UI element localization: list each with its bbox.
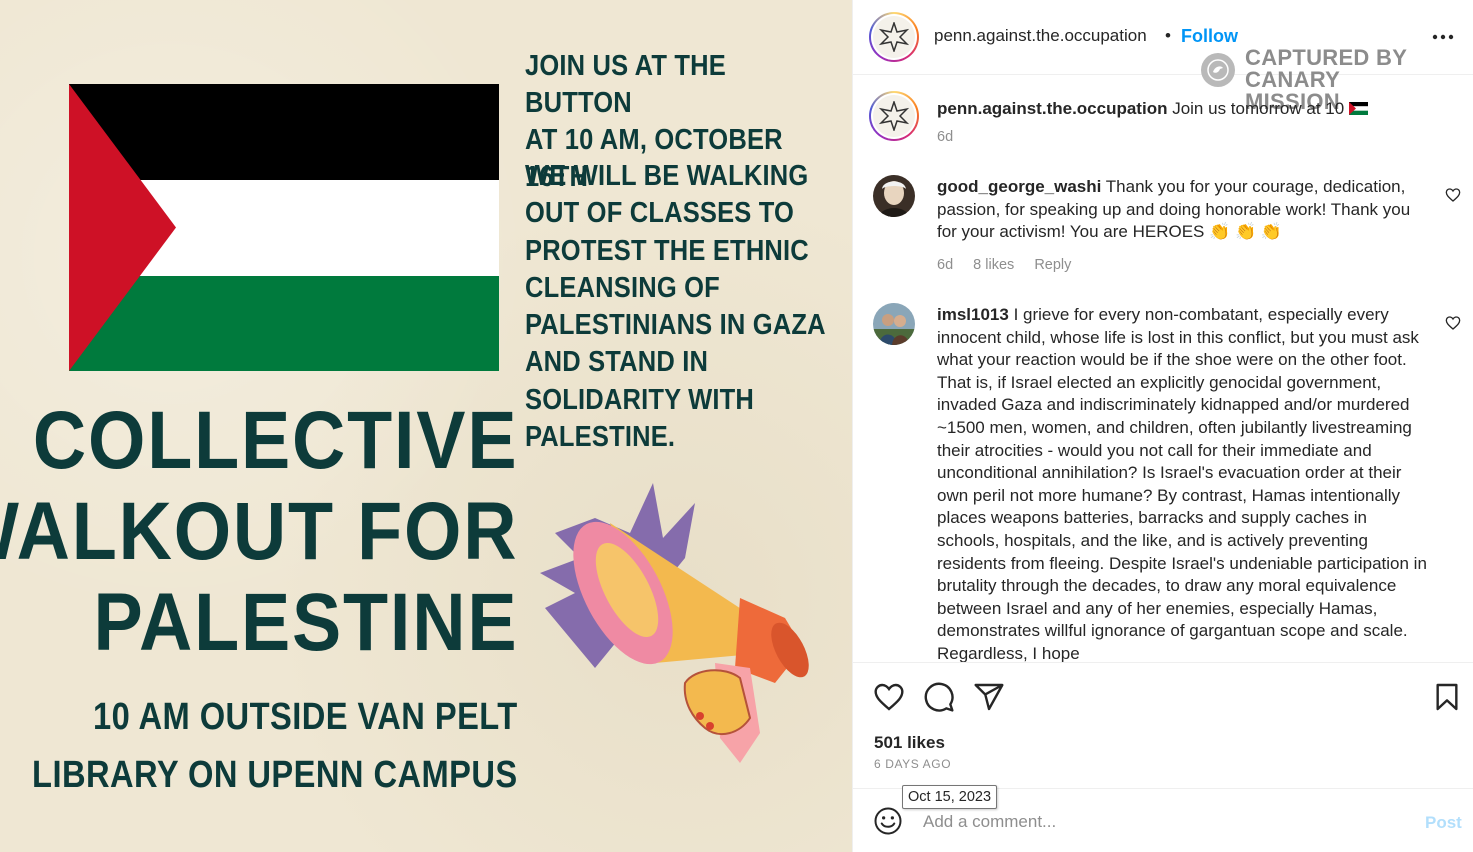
megaphone-illustration (540, 483, 809, 763)
comment-username[interactable]: imsl1013 (937, 305, 1009, 324)
post-image[interactable]: JOIN US AT THE BUTTON AT 10 AM, OCTOBER … (0, 0, 852, 852)
caption-username[interactable]: penn.against.the.occupation (937, 99, 1167, 118)
poster-location: 10 AM OUTSIDE VAN PELT LIBRARY ON UPENN … (32, 688, 518, 804)
avatar-logo (873, 16, 915, 58)
comment-body: imsl1013 I grieve for every non-combatan… (937, 304, 1427, 662)
date-tooltip: Oct 15, 2023 (902, 785, 998, 809)
follow-button[interactable]: Follow (1181, 26, 1238, 47)
poster-location-line: 10 AM OUTSIDE VAN PELT (93, 696, 519, 738)
poster-walk-text: WE WILL BE WALKING OUT OF CLASSES TO PRO… (525, 158, 826, 456)
palestine-flag-emoji (1348, 102, 1369, 115)
profile-avatar[interactable] (869, 12, 919, 62)
comment-time: 6d (937, 257, 954, 273)
comment-like-icon[interactable] (1445, 187, 1461, 203)
post-date[interactable]: 6 DAYS AGO (874, 757, 951, 771)
post-caption: penn.against.the.occupation Join us tomo… (853, 89, 1473, 159)
poster-location-line: LIBRARY ON UPENN CAMPUS (32, 754, 518, 796)
poster-headline: COLLECTIVE WALKOUT FOR PALESTINE (0, 395, 518, 668)
comments-list[interactable]: penn.against.the.occupation Join us tomo… (853, 75, 1473, 662)
post-actions: 501 likes 6 DAYS AGO (853, 662, 1473, 788)
starburst-logo-icon (879, 101, 909, 131)
post-button[interactable]: Post (1425, 813, 1462, 833)
avatar-frame (871, 14, 917, 60)
caption-avatar[interactable] (869, 91, 919, 141)
caption-meta: 6d (937, 129, 969, 145)
heart-icon[interactable] (873, 681, 905, 713)
poster-headline-line: PALESTINE (93, 577, 518, 668)
poster-headline-line: COLLECTIVE (32, 395, 518, 486)
poster-walk-line: WE WILL BE WALKING (525, 160, 809, 192)
caption-time: 6d (937, 129, 954, 145)
comment-like-icon[interactable] (1445, 315, 1461, 331)
avatar-portrait (873, 175, 915, 217)
commenter-avatar[interactable] (873, 303, 915, 345)
poster-walk-line: CLEANSING OF (525, 271, 720, 304)
avatar-logo (873, 95, 915, 137)
comment-body: good_george_washi Thank you for your cou… (937, 176, 1427, 244)
reply-button[interactable]: Reply (1034, 257, 1071, 273)
comment-input[interactable] (923, 809, 1393, 835)
comment-item: imsl1013 I grieve for every non-combatan… (853, 303, 1473, 662)
post-sidebar: penn.against.the.occupation • Follow CAP… (852, 0, 1473, 852)
commenter-avatar[interactable] (873, 175, 915, 217)
poster-headline-line: WALKOUT FOR (0, 486, 518, 577)
poster-walk-line: PROTEST THE ETHNIC (525, 234, 809, 267)
poster-walk-line: OUT OF CLASSES TO (525, 197, 795, 230)
comment-meta: 6d 8 likes Reply (937, 257, 1087, 273)
poster-walk-line: PALESTINE. (525, 421, 676, 454)
comment-item: good_george_washi Thank you for your cou… (853, 175, 1473, 285)
post-header: penn.against.the.occupation • Follow CAP… (853, 0, 1473, 113)
more-horizontal-icon[interactable] (1431, 27, 1455, 47)
header-username[interactable]: penn.against.the.occupation (934, 26, 1147, 46)
comment-icon[interactable] (923, 681, 955, 713)
comment-likes[interactable]: 8 likes (973, 257, 1014, 273)
poster-walk-line: PALESTINIANS IN GAZA (525, 309, 826, 342)
starburst-logo-icon (879, 22, 909, 52)
comment-text: I grieve for every non-combatant, especi… (937, 305, 1427, 662)
caption-body: penn.against.the.occupation Join us tomo… (937, 98, 1437, 121)
caption-text: Join us tomorrow at 10 (1172, 99, 1345, 118)
avatar-frame (871, 93, 917, 139)
palestine-flag (69, 84, 499, 371)
avatar-photo (873, 303, 915, 345)
poster-walk-line: SOLIDARITY WITH (525, 383, 755, 416)
emoji-icon[interactable] (873, 806, 903, 836)
likes-count[interactable]: 501 likes (874, 733, 945, 753)
header-separator: • (1165, 26, 1171, 45)
comment-username[interactable]: good_george_washi (937, 177, 1101, 196)
poster-walk-line: AND STAND IN (525, 346, 709, 379)
share-icon[interactable] (973, 681, 1005, 713)
bookmark-icon[interactable] (1431, 681, 1463, 713)
